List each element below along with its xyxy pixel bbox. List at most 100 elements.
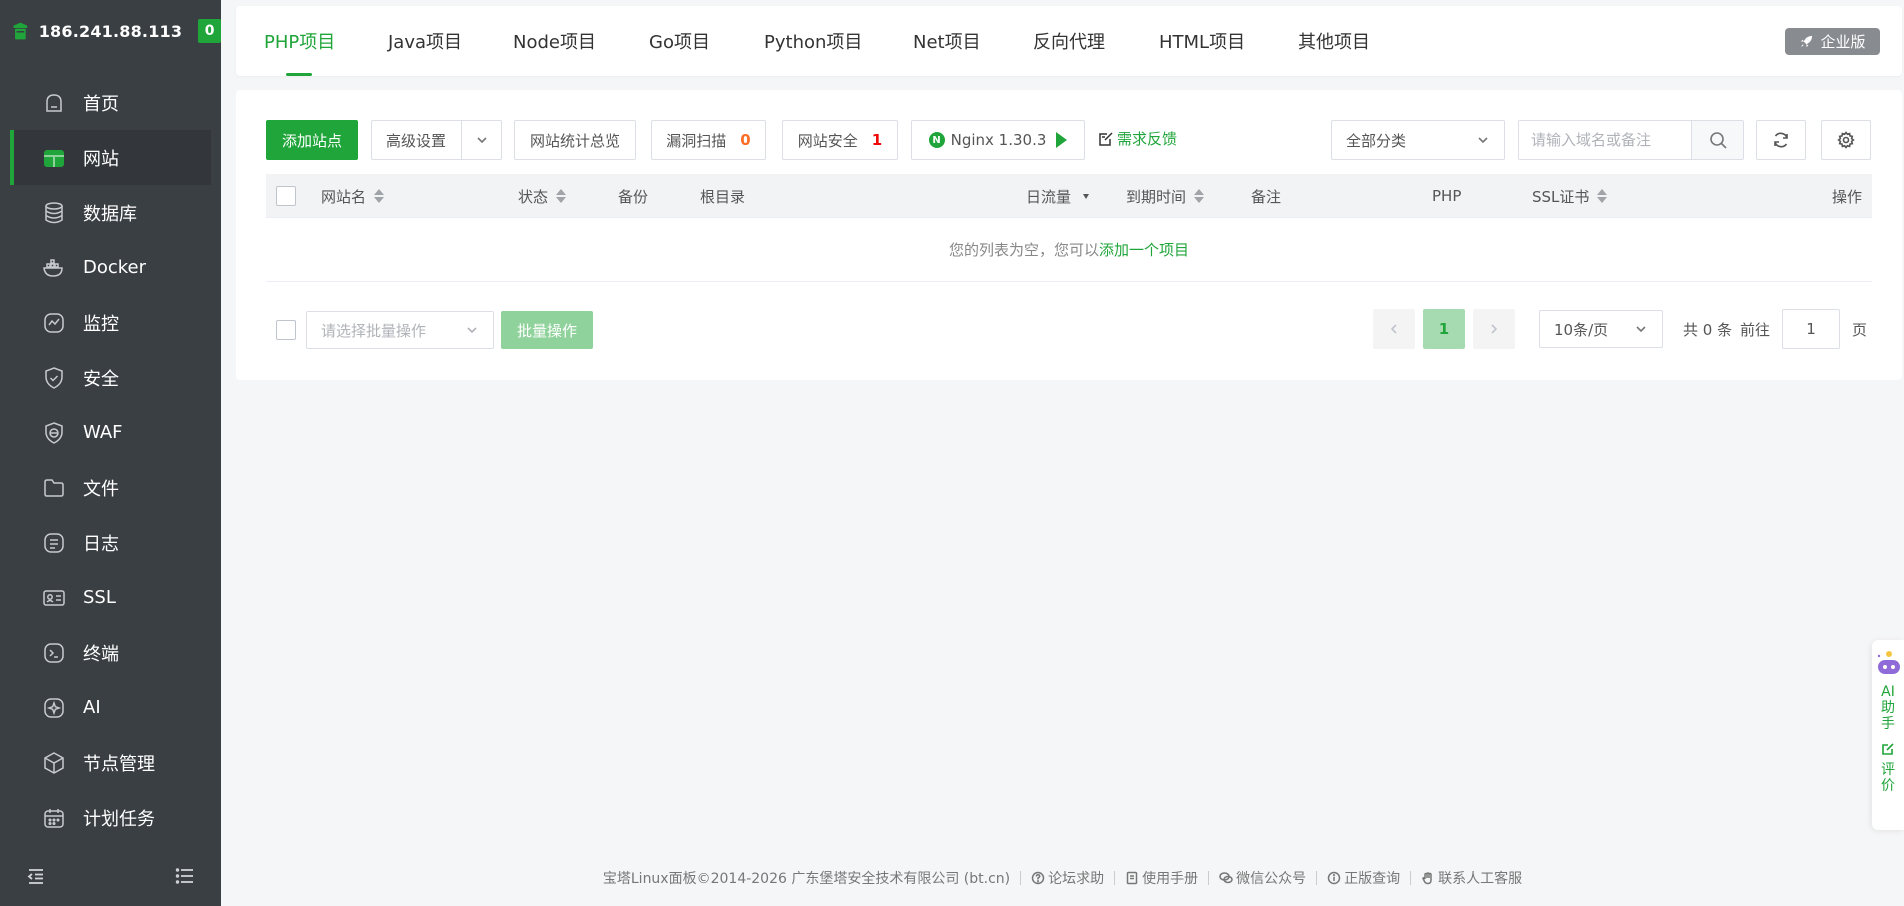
sort-icon[interactable] [374,189,385,203]
tab-html[interactable]: HTML项目 [1159,6,1245,76]
question-circle-icon [1031,871,1045,885]
sidebar-item-files[interactable]: 文件 [0,460,221,515]
refresh-icon [1774,132,1788,148]
tab-python[interactable]: Python项目 [764,6,862,76]
add-project-link[interactable]: 添加一个项目 [1099,239,1189,260]
sidebar-item-logs[interactable]: 日志 [0,515,221,570]
monitor-icon [41,310,67,336]
tab-reverse-proxy[interactable]: 反向代理 [1033,6,1105,76]
sidebar-item-label: WAF [83,422,123,443]
nginx-button[interactable]: N Nginx 1.30.3 [911,120,1085,160]
vuln-count: 0 [740,131,751,149]
bt-logo-icon [13,22,28,40]
site-security-label: 网站安全 [797,131,858,150]
log-icon [41,530,67,556]
sidebar-item-home[interactable]: 首页 [0,75,221,130]
nginx-version: Nginx 1.30.3 [950,131,1047,149]
ssl-icon [41,585,67,611]
header-backup: 备份 [618,187,649,206]
tab-node[interactable]: Node项目 [513,6,596,76]
ai-assistant-label[interactable]: AI助手 [1880,684,1896,732]
menu-list-icon[interactable] [175,866,195,886]
docker-icon [41,255,67,281]
header-daily-traffic[interactable]: 日流量 [1026,174,1090,218]
forum-label: 论坛求助 [1048,871,1105,887]
footer: 宝塔Linux面板©2014-2026 广东堡塔安全技术有限公司 (bt.cn)… [221,866,1904,890]
sidebar-item-label: AI [83,697,101,718]
footer-divider [1020,871,1022,885]
header-expire-time[interactable]: 到期时间 [1126,174,1205,218]
header-site-name[interactable]: 网站名 [321,174,385,218]
sort-icon[interactable] [1597,189,1608,203]
forum-link[interactable]: 论坛求助 [1031,868,1104,888]
database-icon [41,200,67,226]
sidebar-item-label: 安全 [83,368,119,390]
batch-action-select[interactable]: 请选择批量操作 [306,311,494,349]
batch-select-checkbox[interactable] [276,320,296,340]
chevron-down-icon [476,137,487,144]
tab-java[interactable]: Java项目 [388,6,462,76]
sidebar-item-nodes[interactable]: 节点管理 [0,735,221,790]
sidebar-item-ssl[interactable]: SSL [0,570,221,625]
advanced-dropdown[interactable] [461,121,501,159]
manual-link[interactable]: 使用手册 [1125,868,1198,888]
notification-badge[interactable]: 0 [198,19,221,43]
vuln-scan-button[interactable]: 漏洞扫描 0 [651,120,766,160]
batch-action-button[interactable]: 批量操作 [501,311,593,349]
wechat-link[interactable]: 微信公众号 [1219,868,1306,888]
category-select[interactable]: 全部分类 [1331,120,1505,160]
caret-down-icon[interactable] [1083,193,1090,199]
sidebar-item-security[interactable]: 安全 [0,350,221,405]
tab-net[interactable]: Net项目 [913,6,981,76]
header-status[interactable]: 状态 [518,174,567,218]
support-link[interactable]: 联系人工客服 [1421,868,1522,888]
ai-assistant-float[interactable]: AI助手 评价 [1872,640,1904,830]
table-header: 网站名 状态 备份 根目录 日流量 到期时间 备注 PHP SSL证书 操作 [266,174,1872,218]
empty-list-message: 您的列表为空，您可以 添加一个项目 [266,218,1872,282]
settings-button[interactable] [1821,120,1871,160]
search-input[interactable] [1519,121,1691,159]
next-page-button[interactable] [1473,309,1515,349]
refresh-button[interactable] [1756,120,1806,160]
select-all-checkbox[interactable] [276,174,296,218]
tab-other[interactable]: 其他项目 [1298,6,1370,76]
sidebar-item-terminal[interactable]: 终端 [0,625,221,680]
gear-icon [1837,131,1855,149]
sidebar-item-cron[interactable]: 计划任务 [0,790,221,845]
rate-label[interactable]: 评价 [1880,762,1896,794]
server-ip[interactable]: 186.241.88.113 [39,22,183,41]
folder-icon [41,475,67,501]
prev-page-button[interactable] [1373,309,1415,349]
category-value: 全部分类 [1346,131,1407,150]
site-stats-button[interactable]: 网站统计总览 [514,120,636,160]
goto-page-input[interactable]: 1 [1782,309,1840,349]
page-size-select[interactable]: 10条/页 [1539,310,1663,348]
sidebar-item-label: 文件 [83,478,119,500]
tab-php[interactable]: PHP项目 [264,6,335,76]
header-label: SSL证书 [1532,187,1590,206]
sort-icon[interactable] [1194,189,1205,203]
sidebar-item-label: 终端 [83,643,119,665]
page-number-current[interactable]: 1 [1423,309,1465,349]
enterprise-button[interactable]: 企业版 [1785,28,1880,55]
search-button[interactable] [1691,121,1743,159]
site-security-button[interactable]: 网站安全 1 [782,120,898,160]
add-site-button[interactable]: 添加站点 [266,120,358,160]
tab-go[interactable]: Go项目 [649,6,710,76]
sort-icon[interactable] [556,189,567,203]
project-tabs: PHP项目 Java项目 Node项目 Go项目 Python项目 Net项目 … [236,6,1902,76]
sidebar-item-label: 节点管理 [83,753,155,775]
sidebar-item-monitor[interactable]: 监控 [0,295,221,350]
page-size-value: 10条/页 [1554,320,1609,339]
advanced-settings-button[interactable]: 高级设置 [371,120,502,160]
sidebar-item-website[interactable]: 网站 [10,130,211,185]
checkbox[interactable] [276,186,296,206]
feedback-link[interactable]: 需求反馈 [1098,128,1177,149]
license-link[interactable]: 正版查询 [1327,868,1400,888]
sidebar-item-waf[interactable]: WAF [0,405,221,460]
header-ssl[interactable]: SSL证书 [1532,174,1608,218]
sidebar-item-ai[interactable]: AI [0,680,221,735]
sidebar-item-docker[interactable]: Docker [0,240,221,295]
sidebar-item-database[interactable]: 数据库 [0,185,221,240]
collapse-sidebar-icon[interactable] [26,866,46,886]
